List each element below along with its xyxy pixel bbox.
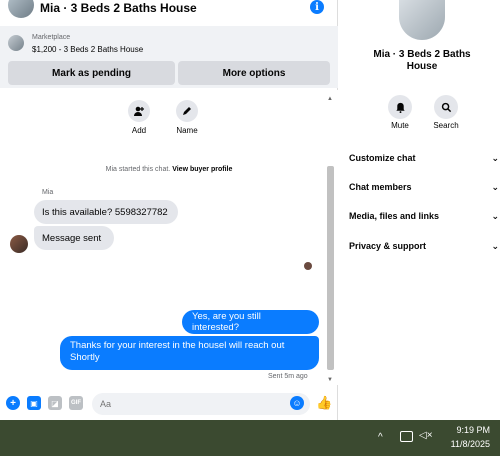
conversation-title: Mia · 3 Beds 2 Baths House: [373, 49, 471, 72]
incoming-message[interactable]: Is this available? 5598327782: [34, 200, 178, 224]
message-input[interactable]: [92, 393, 310, 415]
listing-label: Marketplace: [32, 34, 71, 41]
section-label: Chat members: [349, 182, 412, 192]
chevron-down-icon: ⌄: [491, 241, 499, 251]
mute-label: Mute: [391, 121, 409, 130]
section-media-files-links[interactable]: Media, files and links ⌄: [349, 211, 499, 222]
windows-taskbar: ^ ◁× 9:19 PM 11/8/2025: [0, 420, 500, 456]
thumbs-up-icon[interactable]: 👍: [316, 395, 332, 411]
section-chat-members[interactable]: Chat members ⌄: [349, 182, 499, 193]
chevron-down-icon: ⌄: [491, 182, 499, 192]
clock-time[interactable]: 9:19 PM: [448, 425, 490, 435]
volume-muted-icon[interactable]: ◁×: [419, 430, 433, 441]
marketplace-listing[interactable]: Marketplace $1,200 - 3 Beds 2 Baths Hous…: [0, 26, 338, 62]
chevron-down-icon: ⌄: [491, 211, 499, 221]
emoji-icon[interactable]: ☺: [290, 396, 304, 410]
scrollbar-thumb[interactable]: [327, 166, 334, 370]
name-label: Name: [176, 126, 198, 135]
view-buyer-profile-link[interactable]: View buyer profile: [172, 166, 232, 173]
scroll-down-icon[interactable]: ▼: [327, 377, 333, 383]
add-label: Add: [131, 126, 147, 135]
conversation-info-pane: Mia · 3 Beds 2 Baths House Mute Search C…: [339, 0, 500, 420]
section-label: Customize chat: [349, 153, 416, 163]
mute-button[interactable]: [388, 95, 412, 119]
sender-name: Mia: [42, 189, 54, 196]
search-icon: [441, 102, 451, 112]
outgoing-message[interactable]: Yes, are you still interested?: [182, 310, 319, 334]
plus-icon[interactable]: +: [6, 396, 20, 410]
clock-date[interactable]: 11/8/2025: [440, 439, 490, 449]
network-icon[interactable]: [400, 431, 413, 442]
incoming-message[interactable]: Message sent: [34, 226, 114, 250]
gif-icon[interactable]: GIF: [69, 396, 83, 410]
add-user-icon: [134, 106, 144, 116]
chevron-down-icon: ⌄: [491, 153, 499, 163]
listing-actions: Mark as pending More options: [0, 61, 338, 88]
search-button[interactable]: [434, 95, 458, 119]
pencil-icon: [183, 107, 191, 115]
message-status: Sent 5m ago: [268, 373, 308, 380]
chat-started-notice: Mia started this chat. View buyer profil…: [0, 166, 338, 173]
sender-avatar[interactable]: [10, 235, 28, 253]
sticker-icon[interactable]: ◪: [48, 396, 62, 410]
chat-pane: Mia · 3 Beds 2 Baths House i Marketplace…: [0, 0, 338, 420]
search-label: Search: [433, 121, 459, 130]
chat-started-text: Mia started this chat.: [105, 166, 171, 173]
name-button[interactable]: [176, 100, 198, 122]
bell-icon: [395, 102, 405, 113]
chat-avatar[interactable]: [8, 0, 34, 18]
section-label: Media, files and links: [349, 211, 440, 221]
mark-as-pending-button[interactable]: Mark as pending: [8, 61, 175, 85]
seen-indicator-avatar: [304, 262, 312, 270]
show-hidden-icons-icon[interactable]: ^: [378, 432, 383, 443]
listing-thumbnail: [8, 35, 24, 51]
section-label: Privacy & support: [349, 241, 427, 251]
listing-price: $1,200 - 3 Beds 2 Baths House: [32, 45, 144, 54]
add-user-button[interactable]: [128, 100, 150, 122]
conversation-avatar: [399, 0, 445, 40]
scroll-up-icon[interactable]: ▲: [327, 96, 333, 102]
outgoing-message[interactable]: Thanks for your interest in the housel w…: [60, 336, 319, 370]
info-icon[interactable]: i: [310, 0, 324, 14]
messenger-window: Mia · 3 Beds 2 Baths House i Marketplace…: [0, 0, 500, 420]
message-composer: + ▣ ◪ GIF ☺ 👍: [0, 390, 338, 418]
section-customize-chat[interactable]: Customize chat ⌄: [349, 153, 499, 164]
photo-icon[interactable]: ▣: [27, 396, 41, 410]
section-privacy-support[interactable]: Privacy & support ⌄: [349, 241, 499, 252]
chat-title[interactable]: Mia · 3 Beds 2 Baths House: [40, 1, 197, 15]
chat-header: Mia · 3 Beds 2 Baths House i: [0, 0, 338, 22]
more-options-button[interactable]: More options: [178, 61, 330, 85]
